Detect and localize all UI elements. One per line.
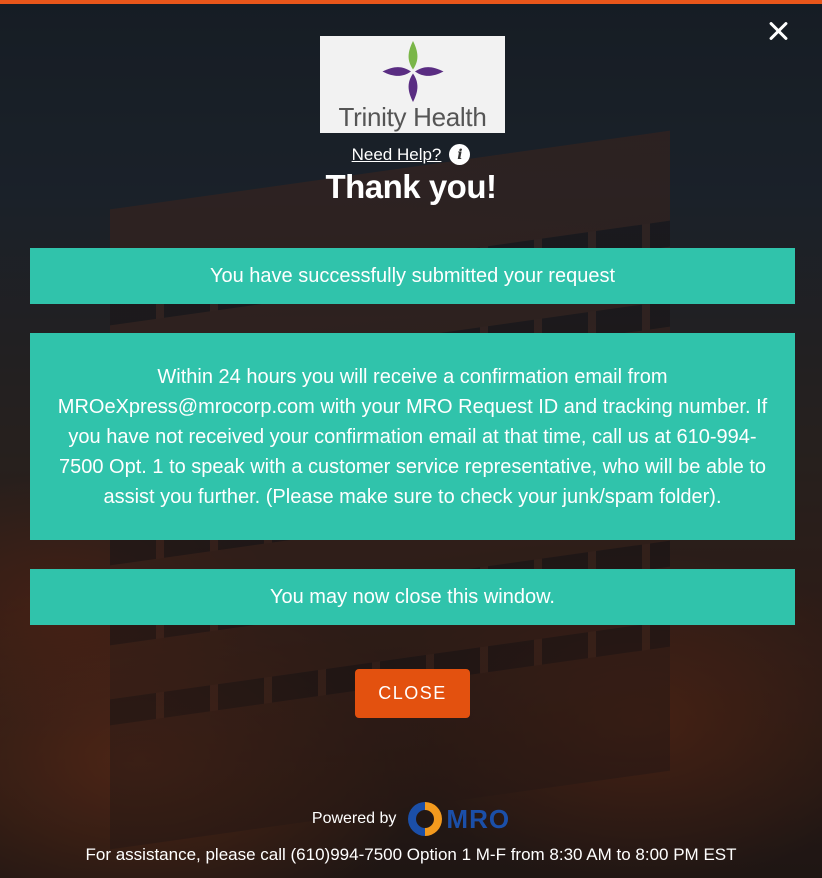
accent-top-bar: [0, 0, 822, 4]
assistance-text: For assistance, please call (610)994-750…: [85, 845, 737, 864]
page-title: Thank you!: [325, 168, 497, 205]
close-notice-message: You may now close this window.: [30, 569, 795, 625]
trinity-cross-icon: [381, 40, 444, 103]
help-row: Need Help? i: [0, 144, 822, 165]
need-help-link[interactable]: Need Help?: [352, 145, 442, 165]
success-message: You have successfully submitted your req…: [30, 248, 795, 304]
logo-wordmark: Trinity Health: [338, 102, 487, 132]
details-message: Within 24 hours you will receive a confi…: [30, 333, 795, 540]
powered-by: Powered by MRO: [0, 800, 822, 838]
close-notice-text: You may now close this window.: [270, 585, 555, 608]
success-message-text: You have successfully submitted your req…: [209, 264, 616, 287]
close-button[interactable]: CLOSE: [355, 669, 470, 718]
mro-mark-icon: [408, 802, 443, 836]
mro-logo: MRO: [408, 800, 510, 838]
trinity-health-logo: Trinity Health: [320, 36, 505, 133]
close-icon[interactable]: [766, 18, 792, 44]
mro-wordmark: MRO: [446, 803, 511, 834]
powered-by-label: Powered by: [311, 810, 397, 827]
info-icon[interactable]: i: [449, 144, 471, 165]
details-message-text: Within 24 hours you will receive a confi…: [57, 365, 768, 508]
